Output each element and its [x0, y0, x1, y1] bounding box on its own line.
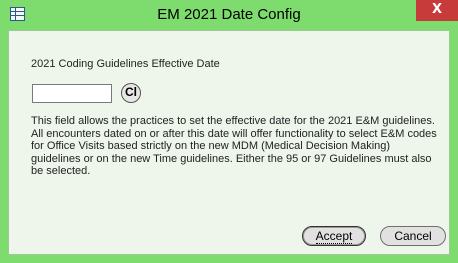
description-text: This field allows the practices to set t… — [31, 115, 437, 178]
clear-date-button[interactable]: Cl — [121, 83, 141, 103]
accept-label: Accept — [315, 229, 353, 244]
accept-button[interactable]: Accept — [302, 226, 366, 246]
dialog-content: 2021 Coding Guidelines Effective Date Cl… — [8, 30, 450, 255]
window-title: EM 2021 Date Config — [157, 6, 301, 23]
cancel-button[interactable]: Cancel — [380, 226, 446, 246]
title-bar[interactable]: EM 2021 Date Config X — [0, 0, 458, 30]
dialog-window: EM 2021 Date Config X 2021 Coding Guidel… — [0, 0, 458, 263]
close-icon[interactable]: X — [416, 0, 458, 21]
effective-date-label: 2021 Coding Guidelines Effective Date — [31, 58, 220, 70]
effective-date-input[interactable] — [32, 84, 112, 103]
